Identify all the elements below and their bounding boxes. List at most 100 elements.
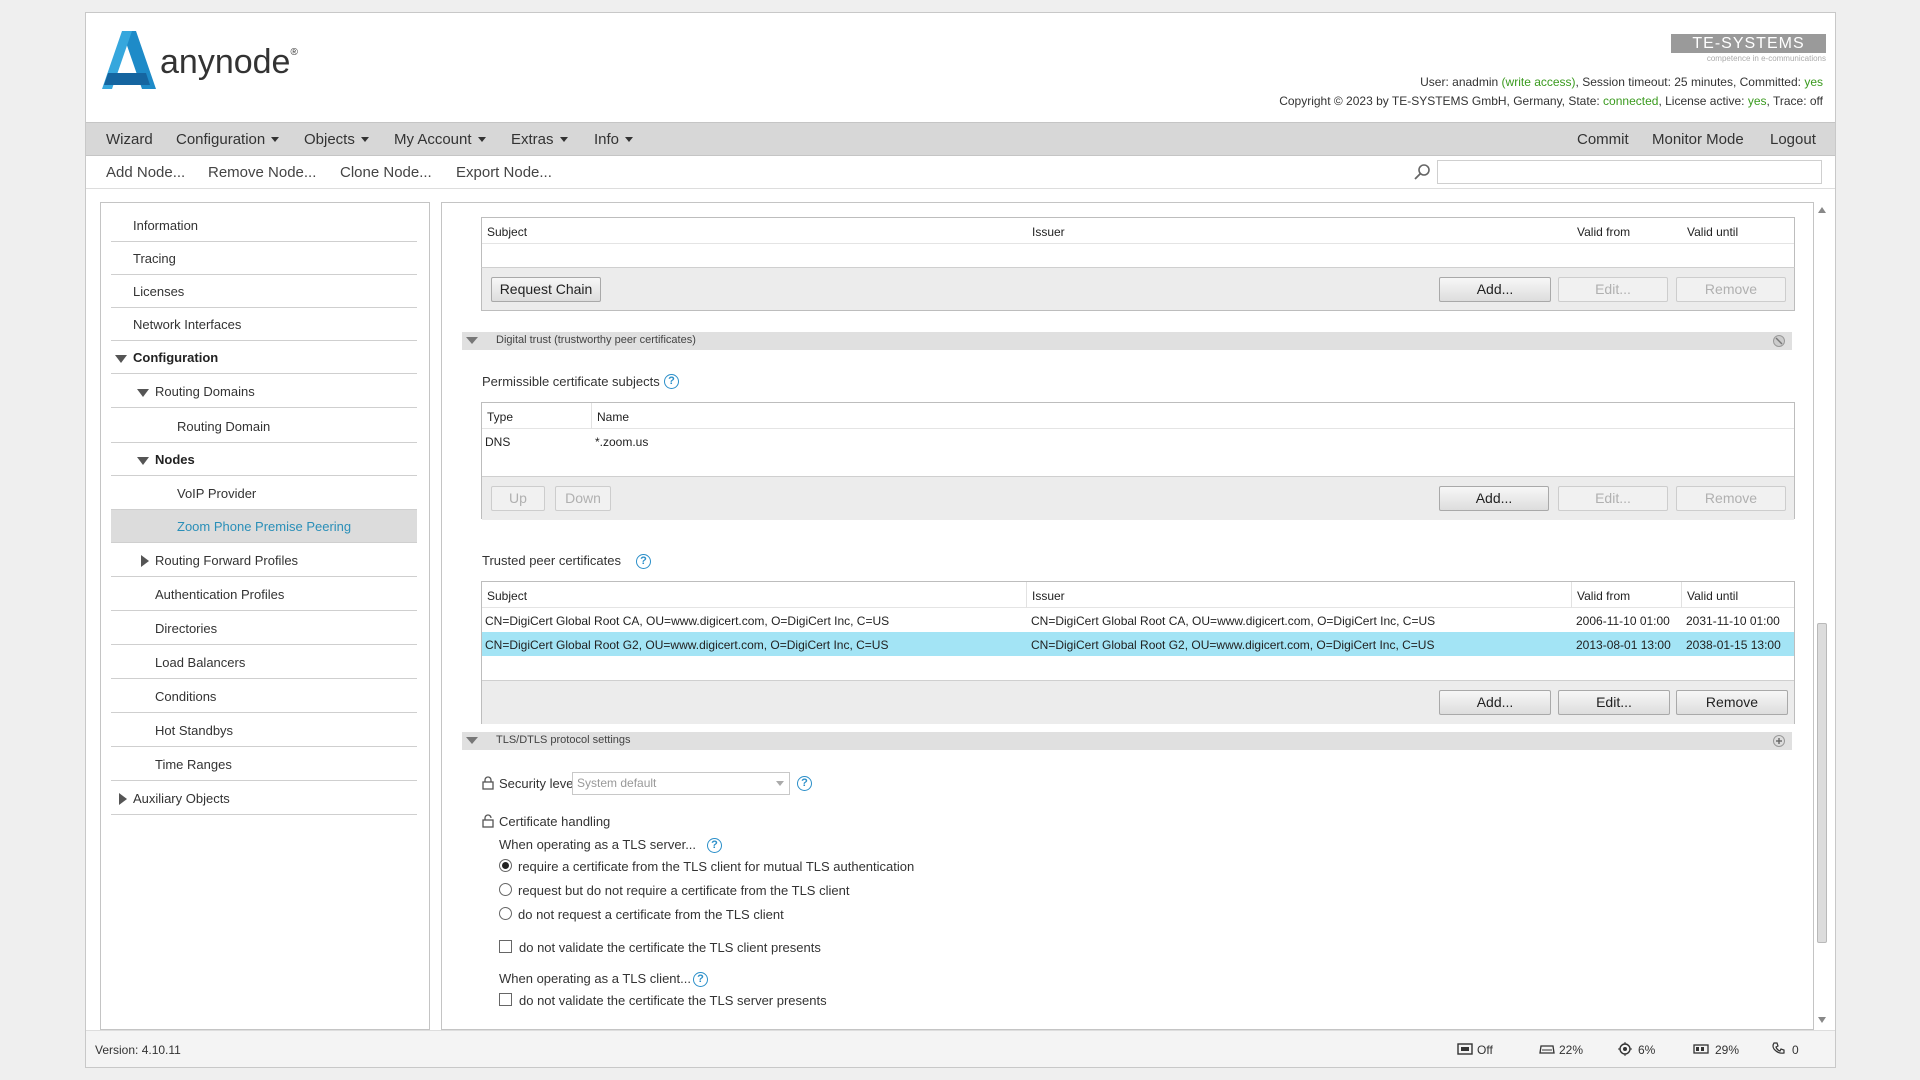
- nav-routing-domains[interactable]: Routing Domains: [111, 375, 417, 408]
- menu-monitor-mode[interactable]: Monitor Mode: [1652, 131, 1744, 148]
- column-valid-until[interactable]: Valid until: [1687, 589, 1738, 603]
- nav-tracing[interactable]: Tracing: [111, 242, 417, 275]
- vendor-logo: TE-SYSTEMS: [1671, 34, 1826, 53]
- menu-objects[interactable]: Objects: [304, 131, 369, 148]
- column-name[interactable]: Name: [597, 410, 629, 424]
- nav-zoom-phone-premise-peering[interactable]: Zoom Phone Premise Peering: [111, 510, 417, 543]
- checkbox-no-validate-server[interactable]: [499, 993, 512, 1006]
- scroll-up-icon[interactable]: [1817, 205, 1827, 215]
- column-valid-until[interactable]: Valid until: [1687, 225, 1738, 239]
- scroll-down-icon[interactable]: [1817, 1015, 1827, 1025]
- tls-section-header[interactable]: TLS/DTLS protocol settings: [462, 732, 1792, 750]
- radio-request-client-cert[interactable]: [499, 883, 512, 896]
- certificate-chain-buttons: Request Chain Add... Edit... Remove: [481, 267, 1795, 311]
- menu-info[interactable]: Info: [594, 131, 634, 148]
- help-icon[interactable]: ?: [797, 776, 812, 791]
- export-node-button[interactable]: Export Node...: [456, 164, 552, 181]
- chain-edit-button[interactable]: Edit...: [1558, 277, 1668, 302]
- nav-conditions[interactable]: Conditions: [111, 680, 417, 713]
- nav-hot-standbys[interactable]: Hot Standbys: [111, 714, 417, 747]
- trusted-edit-button[interactable]: Edit...: [1558, 690, 1670, 715]
- collapse-section-icon[interactable]: [466, 337, 478, 344]
- nav-information[interactable]: Information: [111, 209, 417, 242]
- subject-edit-button[interactable]: Edit...: [1558, 486, 1668, 511]
- nav-routing-domain[interactable]: Routing Domain: [111, 410, 417, 443]
- nav-licenses[interactable]: Licenses: [111, 275, 417, 308]
- nav-time-ranges[interactable]: Time Ranges: [111, 748, 417, 781]
- request-chain-button[interactable]: Request Chain: [491, 277, 601, 302]
- menu-configuration[interactable]: Configuration: [176, 131, 280, 148]
- menu-wizard[interactable]: Wizard: [106, 131, 153, 148]
- scroll-thumb[interactable]: [1817, 623, 1827, 943]
- radio-require-client-cert[interactable]: [499, 859, 512, 872]
- table-row[interactable]: DNS *.zoom.us: [482, 429, 1794, 453]
- nav-network-interfaces[interactable]: Network Interfaces: [111, 308, 417, 341]
- trusted-add-button[interactable]: Add...: [1439, 690, 1551, 715]
- column-subject[interactable]: Subject: [487, 225, 527, 239]
- cpu-usage: 6%: [1638, 1043, 1656, 1057]
- clone-node-button[interactable]: Clone Node...: [340, 164, 432, 181]
- reset-icon[interactable]: [1772, 334, 1786, 348]
- column-issuer[interactable]: Issuer: [1032, 225, 1065, 239]
- subject-add-button[interactable]: Add...: [1439, 486, 1549, 511]
- no-validate-client-label[interactable]: do not validate the certificate the TLS …: [519, 940, 821, 955]
- no-validate-server-label[interactable]: do not validate the certificate the TLS …: [519, 993, 827, 1008]
- chain-remove-button[interactable]: Remove: [1676, 277, 1786, 302]
- digital-trust-section-header[interactable]: Digital trust (trustworthy peer certific…: [462, 332, 1792, 350]
- expand-icon[interactable]: [115, 355, 127, 363]
- calls-icon: [1772, 1042, 1785, 1054]
- table-row[interactable]: CN=DigiCert Global Root CA, OU=www.digic…: [482, 608, 1794, 632]
- disk-usage: 22%: [1559, 1043, 1584, 1057]
- menu-my-account[interactable]: My Account: [394, 131, 486, 148]
- nav-voip-provider[interactable]: VoIP Provider: [111, 477, 417, 510]
- radio-no-client-cert-label[interactable]: do not request a certificate from the TL…: [518, 907, 784, 922]
- digital-trust-title: Digital trust (trustworthy peer certific…: [496, 334, 696, 346]
- down-button[interactable]: Down: [555, 486, 611, 511]
- column-type[interactable]: Type: [487, 410, 513, 424]
- nav-routing-forward-profiles[interactable]: Routing Forward Profiles: [111, 544, 417, 577]
- main-scrollbar[interactable]: [1814, 203, 1830, 1029]
- menu-extras[interactable]: Extras: [511, 131, 568, 148]
- nav-load-balancers[interactable]: Load Balancers: [111, 646, 417, 679]
- nav-authentication-profiles[interactable]: Authentication Profiles: [111, 578, 417, 611]
- trusted-button-bar: Add... Edit... Remove: [482, 680, 1794, 724]
- trusted-remove-button[interactable]: Remove: [1676, 690, 1788, 715]
- help-icon[interactable]: ?: [693, 972, 708, 987]
- security-level-select[interactable]: System default: [572, 772, 790, 795]
- column-valid-from[interactable]: Valid from: [1577, 589, 1630, 603]
- chain-add-button[interactable]: Add...: [1439, 277, 1551, 302]
- nav-auxiliary-objects[interactable]: Auxiliary Objects: [111, 782, 417, 815]
- chevron-down-icon: [625, 137, 634, 142]
- radio-request-client-cert-label[interactable]: request but do not require a certificate…: [518, 883, 849, 898]
- radio-require-client-cert-label[interactable]: require a certificate from the TLS clien…: [518, 859, 914, 874]
- add-node-button[interactable]: Add Node...: [106, 164, 185, 181]
- help-icon[interactable]: ?: [707, 838, 722, 853]
- expand-icon[interactable]: [137, 457, 149, 465]
- menu-commit[interactable]: Commit: [1577, 131, 1629, 148]
- menu-my-account-label: My Account: [394, 131, 472, 148]
- column-valid-from[interactable]: Valid from: [1577, 225, 1630, 239]
- nav-directories[interactable]: Directories: [111, 612, 417, 645]
- subject-remove-button[interactable]: Remove: [1676, 486, 1786, 511]
- radio-no-client-cert[interactable]: [499, 907, 512, 920]
- help-icon[interactable]: ?: [664, 374, 679, 389]
- nav-tracing-label: Tracing: [133, 251, 176, 266]
- column-subject[interactable]: Subject: [487, 589, 527, 603]
- menu-logout[interactable]: Logout: [1770, 131, 1816, 148]
- collapse-section-icon[interactable]: [466, 737, 478, 744]
- search-input[interactable]: [1437, 160, 1822, 184]
- help-icon[interactable]: ?: [636, 554, 651, 569]
- active-calls: 0: [1792, 1043, 1799, 1057]
- tls-section-title: TLS/DTLS protocol settings: [496, 734, 631, 746]
- collapse-icon[interactable]: [119, 793, 127, 805]
- table-row-selected[interactable]: CN=DigiCert Global Root G2, OU=www.digic…: [482, 632, 1794, 656]
- nav-nodes[interactable]: Nodes: [111, 443, 417, 476]
- nav-configuration[interactable]: Configuration: [111, 341, 417, 374]
- expand-plus-icon[interactable]: [1772, 734, 1786, 748]
- up-button[interactable]: Up: [491, 486, 545, 511]
- collapse-icon[interactable]: [141, 555, 149, 567]
- column-issuer[interactable]: Issuer: [1032, 589, 1065, 603]
- checkbox-no-validate-client[interactable]: [499, 940, 512, 953]
- expand-icon[interactable]: [137, 389, 149, 397]
- remove-node-button[interactable]: Remove Node...: [208, 164, 316, 181]
